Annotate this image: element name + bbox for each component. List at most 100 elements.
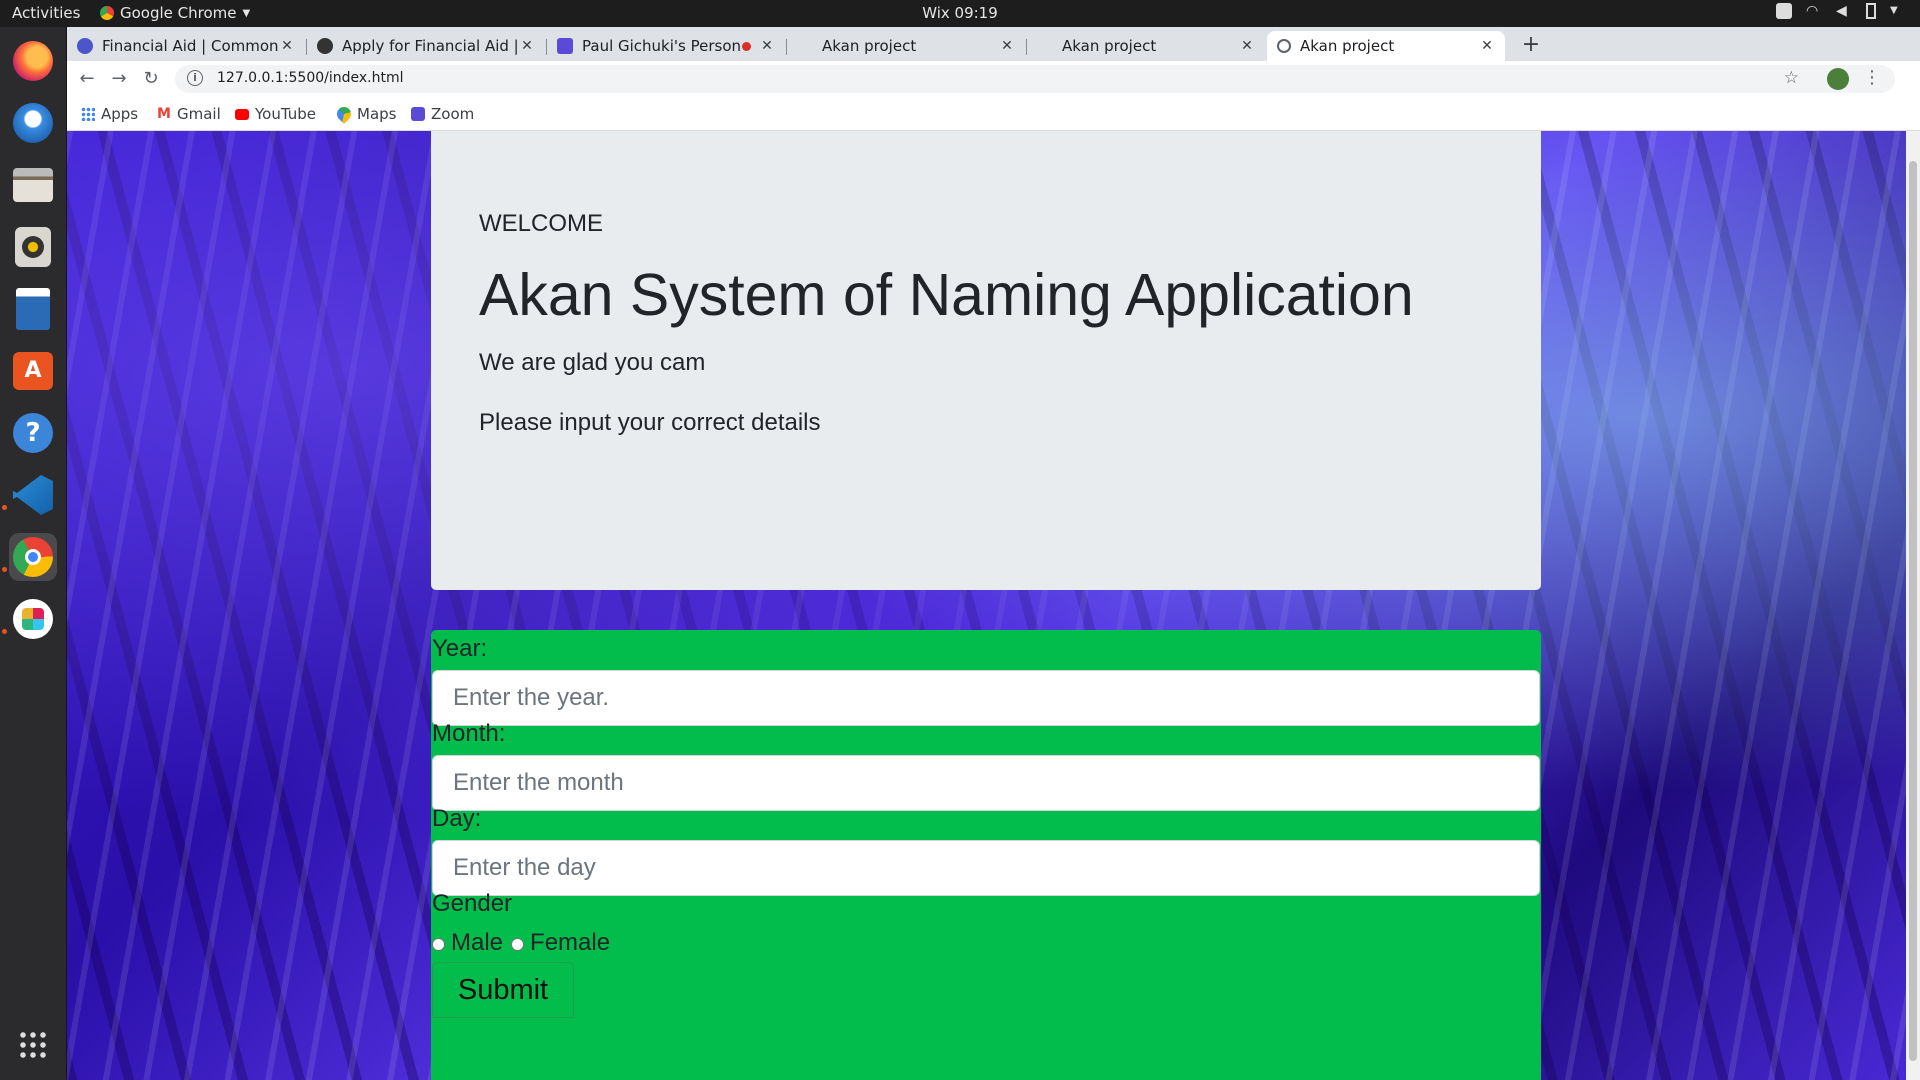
- chevron-down-icon: ▼: [242, 7, 251, 19]
- month-input[interactable]: [432, 755, 1540, 811]
- gmail-icon: M: [157, 106, 171, 122]
- male-radio[interactable]: [432, 937, 445, 951]
- help-icon[interactable]: ?: [9, 409, 57, 457]
- close-icon[interactable]: ✕: [1479, 38, 1495, 54]
- clock[interactable]: Wix 09:19: [0, 4, 1920, 22]
- submit-button[interactable]: Submit: [432, 962, 574, 1018]
- tab-akan-project-1[interactable]: Akan project ✕: [787, 31, 1025, 61]
- info-icon[interactable]: i: [187, 70, 203, 86]
- globe-icon: [1277, 39, 1291, 53]
- gender-label: Gender: [432, 890, 513, 917]
- tab-title: Akan project: [822, 37, 917, 55]
- app-menu-label: Google Chrome: [120, 4, 237, 22]
- gender-options: Male Female: [432, 929, 610, 957]
- apps-grid-icon: [81, 107, 95, 121]
- bookmark-youtube[interactable]: YouTube: [235, 105, 316, 123]
- close-icon[interactable]: ✕: [519, 38, 535, 54]
- system-top-bar: Activities Google Chrome ▼ Wix 09:19 ◠ ◀…: [0, 0, 1920, 27]
- battery-icon[interactable]: [1866, 3, 1876, 19]
- new-tab-button[interactable]: +: [1519, 34, 1543, 58]
- chrome-icon[interactable]: [9, 533, 57, 581]
- tab-apply-financial-aid[interactable]: Apply for Financial Aid | Fi ✕: [307, 31, 545, 61]
- bookmark-label: YouTube: [255, 105, 316, 123]
- tab-financial-aid-common-app[interactable]: Financial Aid | Common A ✕: [67, 31, 305, 61]
- bookmark-gmail[interactable]: M Gmail: [157, 105, 221, 123]
- reload-button[interactable]: ↻: [139, 67, 163, 91]
- close-icon[interactable]: ✕: [279, 38, 295, 54]
- wifi-icon[interactable]: ◠: [1806, 3, 1822, 19]
- browser-toolbar: ← → ↻ i 127.0.0.1:5500/index.html ☆ ⋮: [67, 61, 1920, 97]
- firefox-icon[interactable]: [9, 37, 57, 85]
- close-icon[interactable]: ✕: [999, 38, 1015, 54]
- youtube-icon: [235, 108, 249, 120]
- bookmark-label: Apps: [101, 105, 139, 123]
- files-icon[interactable]: [9, 161, 57, 209]
- day-input[interactable]: [432, 840, 1540, 896]
- zoom-icon: [411, 107, 425, 121]
- month-label: Month:: [432, 720, 506, 747]
- bookmark-label: Maps: [357, 105, 397, 123]
- github-favicon-icon: [317, 38, 333, 54]
- page-scrollbar[interactable]: [1906, 131, 1920, 1080]
- address-bar[interactable]: i 127.0.0.1:5500/index.html ☆ ⋮: [175, 65, 1895, 93]
- female-label[interactable]: Female: [530, 929, 610, 957]
- close-icon[interactable]: ✕: [759, 38, 775, 54]
- tab-strip: Financial Aid | Common A ✕ Apply for Fin…: [67, 27, 1920, 61]
- writer-icon[interactable]: [9, 285, 57, 333]
- common-app-favicon-icon: [77, 38, 93, 54]
- tab-title: Apply for Financial Aid | Fi: [342, 37, 519, 55]
- page-favicon-icon: [1037, 38, 1053, 54]
- forward-button[interactable]: →: [107, 67, 131, 91]
- show-apps-icon[interactable]: [9, 1021, 57, 1069]
- tab-title: Financial Aid | Common A: [102, 37, 279, 55]
- software-center-icon[interactable]: A: [9, 347, 57, 395]
- tab-title: Paul Gichuki's Persona: [582, 37, 742, 55]
- volume-icon[interactable]: ◀: [1836, 3, 1852, 19]
- bookmark-apps[interactable]: Apps: [81, 105, 138, 123]
- vscode-icon[interactable]: [9, 471, 57, 519]
- bookmark-label: Gmail: [177, 105, 221, 123]
- year-input[interactable]: [432, 670, 1540, 726]
- tab-akan-project-active[interactable]: Akan project ✕: [1267, 31, 1505, 61]
- female-radio[interactable]: [511, 937, 525, 951]
- tab-akan-project-2[interactable]: Akan project ✕: [1027, 31, 1265, 61]
- slack-icon[interactable]: [9, 595, 57, 643]
- chrome-small-icon: [100, 6, 114, 20]
- bookmark-zoom[interactable]: Zoom: [411, 105, 474, 123]
- birthdate-form: Year: Month: Day: Gender Male Female Sub…: [431, 630, 1541, 1080]
- url-text[interactable]: 127.0.0.1:5500/index.html: [217, 70, 404, 86]
- bookmark-label: Zoom: [431, 105, 475, 123]
- instruction-text: Please input your correct details: [479, 408, 821, 436]
- chrome-window: Financial Aid | Common A ✕ Apply for Fin…: [67, 27, 1920, 1080]
- year-label: Year:: [432, 635, 488, 662]
- system-tray[interactable]: ◠ ◀ ▼: [1776, 3, 1906, 19]
- app-menu[interactable]: Google Chrome ▼: [100, 4, 250, 22]
- chevron-down-icon[interactable]: ▼: [1890, 3, 1906, 19]
- welcome-text: WELCOME: [479, 210, 604, 237]
- rhythmbox-icon[interactable]: [9, 223, 57, 271]
- back-button[interactable]: ←: [75, 67, 99, 91]
- tab-paul-gichuki-personal[interactable]: Paul Gichuki's Persona ✕: [547, 31, 785, 61]
- thunderbird-icon[interactable]: [9, 99, 57, 147]
- scrollbar-thumb[interactable]: [1909, 161, 1917, 1061]
- twitch-favicon-icon: [557, 38, 573, 54]
- bookmarks-bar: Apps M Gmail YouTube Maps Zoom: [67, 97, 1920, 131]
- recording-icon: [742, 41, 751, 51]
- profile-avatar[interactable]: [1827, 68, 1849, 90]
- bookmark-maps[interactable]: Maps: [334, 104, 397, 124]
- day-label: Day:: [432, 805, 482, 832]
- jumbotron: WELCOME Akan System of Naming Applicatio…: [431, 131, 1541, 590]
- tab-title: Akan project: [1300, 37, 1395, 55]
- dock: A ?: [0, 27, 67, 1080]
- page-title: Akan System of Naming Application: [479, 262, 1414, 328]
- bookmark-star-icon[interactable]: ☆: [1784, 68, 1799, 88]
- male-label[interactable]: Male: [451, 929, 503, 957]
- slack-tray-icon[interactable]: [1776, 3, 1792, 19]
- activities-button[interactable]: Activities: [12, 4, 80, 22]
- more-menu-icon[interactable]: ⋮: [1863, 67, 1881, 88]
- subtitle-text: We are glad you cam: [479, 348, 706, 376]
- close-icon[interactable]: ✕: [1239, 38, 1255, 54]
- page-favicon-icon: [797, 38, 813, 54]
- page-viewport: WELCOME Akan System of Naming Applicatio…: [67, 131, 1920, 1080]
- tab-title: Akan project: [1062, 37, 1157, 55]
